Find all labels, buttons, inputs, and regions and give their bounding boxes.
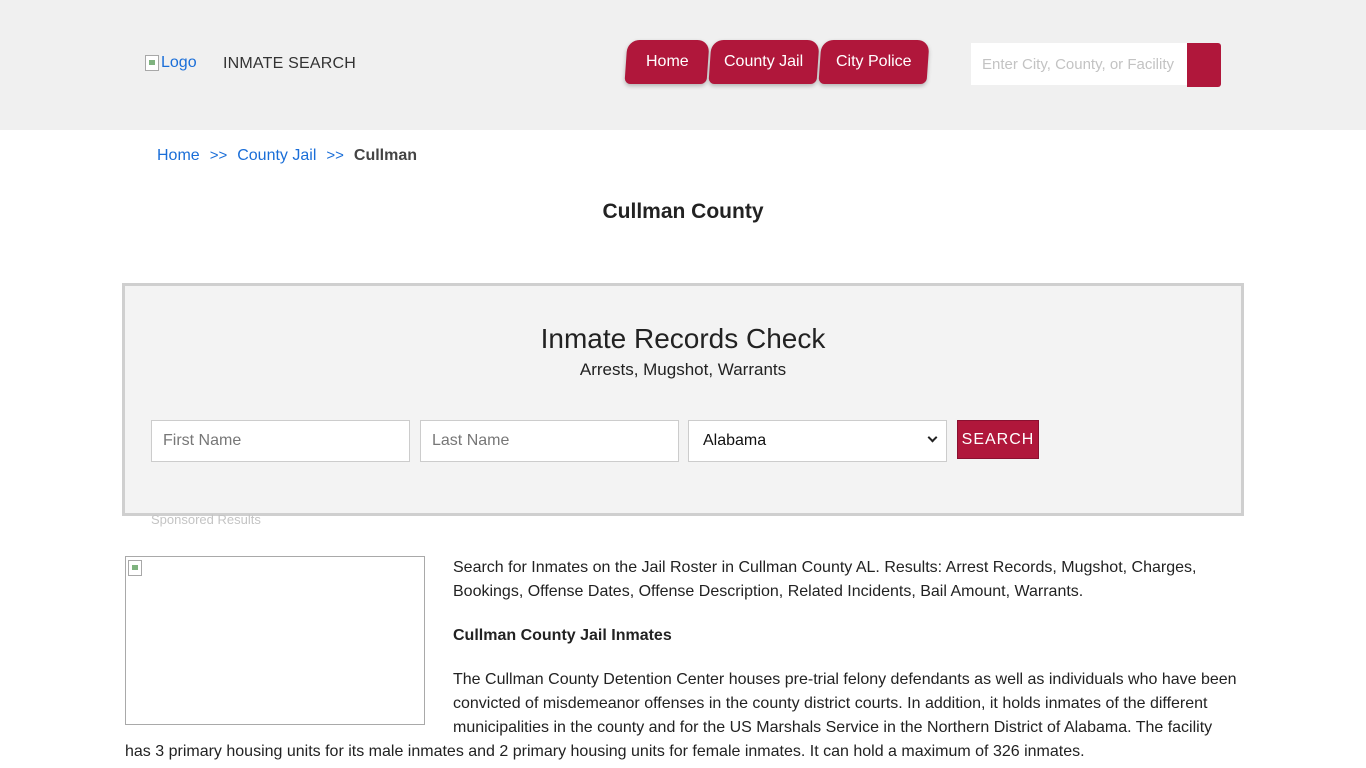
state-select-value: Alabama [703, 432, 767, 449]
nav-city-police[interactable]: City Police [818, 40, 930, 84]
brand-name[interactable]: INMATE SEARCH [223, 55, 356, 73]
body-paragraph: The Cullman County Detention Center hous… [453, 671, 1237, 736]
header-search-button[interactable] [1187, 43, 1221, 87]
nav-home[interactable]: Home [624, 40, 710, 84]
first-name-input[interactable] [151, 420, 410, 462]
sponsored-label: Sponsored Results [151, 512, 261, 527]
header-search [971, 43, 1221, 87]
logo[interactable]: Logo [145, 54, 197, 72]
section-heading: Cullman County Jail Inmates [453, 627, 672, 644]
breadcrumb-current: Cullman [353, 147, 418, 164]
breadcrumb: Home >> County Jail >> Cullman [157, 147, 417, 165]
inmate-search-box: Inmate Records Check Arrests, Mugshot, W… [122, 283, 1244, 516]
facility-image [125, 556, 425, 725]
logo-alt-text: Logo [161, 54, 197, 71]
body-paragraph-continued: has 3 primary housing units for its male… [125, 743, 1085, 760]
state-select[interactable]: Alabama [688, 420, 947, 462]
breadcrumb-separator: >> [326, 147, 344, 164]
breadcrumb-home[interactable]: Home [157, 147, 200, 165]
page-title: Cullman County [602, 200, 764, 223]
search-box-subtitle: Arrests, Mugshot, Warrants [579, 360, 787, 379]
last-name-input[interactable] [420, 420, 679, 462]
broken-image-icon [128, 560, 142, 576]
main-nav: Home County Jail City Police [624, 40, 930, 84]
search-button[interactable]: SEARCH [957, 420, 1039, 459]
broken-image-icon [145, 55, 159, 71]
nav-county-jail[interactable]: County Jail [708, 40, 820, 84]
search-box-title: Inmate Records Check [540, 323, 826, 354]
breadcrumb-county-jail[interactable]: County Jail [237, 147, 316, 165]
site-header: Logo INMATE SEARCH Home County Jail City… [0, 0, 1366, 130]
intro-paragraph: Search for Inmates on the Jail Roster in… [453, 559, 1197, 600]
header-search-input[interactable] [971, 43, 1187, 85]
breadcrumb-separator: >> [209, 147, 228, 164]
chevron-down-icon [927, 432, 938, 443]
